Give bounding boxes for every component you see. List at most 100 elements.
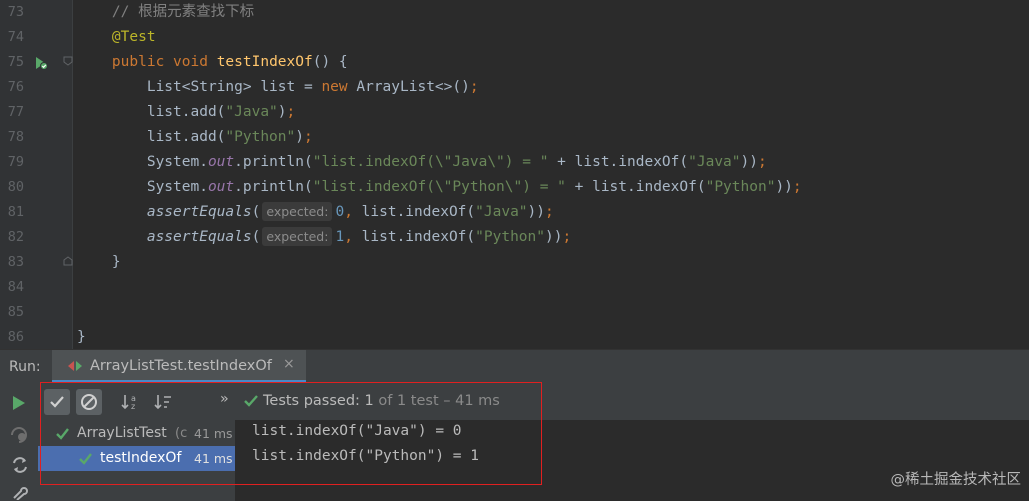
code-token: ; [545,204,554,220]
code-token: public void [77,54,217,70]
code-token: } [77,329,86,345]
fold-marker-icon[interactable] [63,56,73,66]
code-text: List<String> list = new ArrayList<>(); [77,75,479,100]
code-token: 0 [335,204,345,220]
code-line: 83 } [0,250,1029,275]
highlight-box [40,382,542,485]
code-token: , [344,204,362,220]
code-token: "Python" [705,179,776,195]
code-line: 75 public void testIndexOf() { [0,50,1029,75]
line-number: 86 [7,329,24,345]
parameter-hint: expected: [262,202,333,221]
rerun-icon[interactable] [12,395,26,411]
toggle-auto-test-icon[interactable] [11,456,29,474]
code-token: )) [527,204,546,220]
line-number: 85 [7,304,24,320]
code-text: assertEquals(expected: 1, list.indexOf("P… [77,225,571,250]
code-text: @Test [77,25,156,50]
code-token: list.indexOf( [361,229,476,245]
code-line: 74 @Test [0,25,1029,50]
code-token: )) [740,154,758,170]
line-number: 77 [7,104,24,120]
line-number: 74 [7,29,24,45]
fold-end-marker-icon[interactable] [63,256,73,266]
code-token: System. [77,154,208,170]
run-tab-title: ArrayListTest.testIndexOf [90,358,272,374]
line-number: 83 [7,254,24,270]
line-number: 75 [7,54,24,70]
code-token: } [77,254,121,270]
code-text: } [77,325,86,350]
code-line: 79 System.out.println("list.indexOf(\"Ja… [0,150,1029,175]
code-token: ) [277,104,287,120]
code-line: 76 List<String> list = new ArrayList<>()… [0,75,1029,100]
code-token: () { [312,54,348,70]
run-tab[interactable]: ArrayListTest.testIndexOf × [52,350,306,383]
line-number: 84 [7,279,24,295]
code-line: 73 // 根据元素查找下标 [0,0,1029,25]
code-token: "Java" [475,204,528,220]
code-token: )) [545,229,563,245]
code-token: ; [757,154,767,170]
code-line: 86} [0,325,1029,350]
code-token: new [321,79,357,95]
test-run-icon [68,361,82,371]
code-token: "list.indexOf(\"Java\") = " [312,154,549,170]
code-token: ; [469,79,479,95]
code-token: + list.indexOf( [548,154,689,170]
code-token: "Java" [688,154,741,170]
code-token: ( [251,204,261,220]
code-token: testIndexOf [216,54,313,70]
line-number: 80 [7,179,24,195]
watermark: @稀土掘金技术社区 [890,472,1022,488]
run-label: Run: [9,359,41,375]
code-editor[interactable]: 73 // 根据元素查找下标 74 @Test 75 public void tes… [0,0,1029,349]
code-token: System. [77,179,208,195]
code-line: 85 [0,300,1029,325]
code-line: 81 assertEquals(expected: 0, list.indexOf… [0,200,1029,225]
rerun-failed-icon[interactable] [10,426,30,444]
code-line: 80 System.out.println("list.indexOf(\"Py… [0,175,1029,200]
code-token: list.add( [77,104,226,120]
code-token: list.indexOf( [361,204,476,220]
code-text: System.out.println("list.indexOf(\"Pytho… [77,175,802,200]
code-token: .println( [234,154,313,170]
code-token: @Test [77,29,156,45]
code-line: 77 list.add("Java"); [0,100,1029,125]
line-number: 81 [7,204,24,220]
code-token: 1 [335,229,345,245]
code-token: ; [792,179,802,195]
code-token: ( [251,229,261,245]
code-token: list.add( [77,129,226,145]
code-token: assertEquals [77,229,252,245]
close-tab-icon[interactable]: × [283,356,295,372]
code-token: + list.indexOf( [565,179,706,195]
code-line: 82 assertEquals(expected: 1, list.indexOf… [0,225,1029,250]
run-panel-header: Run: ArrayListTest.testIndexOf × [0,349,1029,385]
code-token: ) [295,129,304,145]
code-line: 78 list.add("Python"); [0,125,1029,150]
run-left-toolbar [0,384,38,501]
code-token: , [344,229,362,245]
code-token: out [207,154,235,170]
code-token: // 根据元素查找下标 [77,4,255,20]
line-number: 78 [7,129,24,145]
code-token: .println( [234,179,313,195]
code-token: ; [303,129,313,145]
code-text: // 根据元素查找下标 [77,0,254,25]
code-token: "list.indexOf(\"Python\") = " [312,179,566,195]
code-token: ; [562,229,572,245]
code-token: assertEquals [77,204,252,220]
code-token: ; [286,104,296,120]
line-number: 76 [7,79,24,95]
wrench-icon[interactable] [11,486,29,500]
code-token: out [207,179,235,195]
code-token: ArrayList<>() [356,79,470,95]
line-number: 82 [7,229,24,245]
code-text: public void testIndexOf() { [77,50,348,75]
code-text: list.add("Java"); [77,100,295,125]
parameter-hint: expected: [262,227,333,246]
run-test-gutter-icon[interactable] [34,56,48,70]
code-token: "Java" [225,104,278,120]
code-token: List<String> list = [77,79,322,95]
